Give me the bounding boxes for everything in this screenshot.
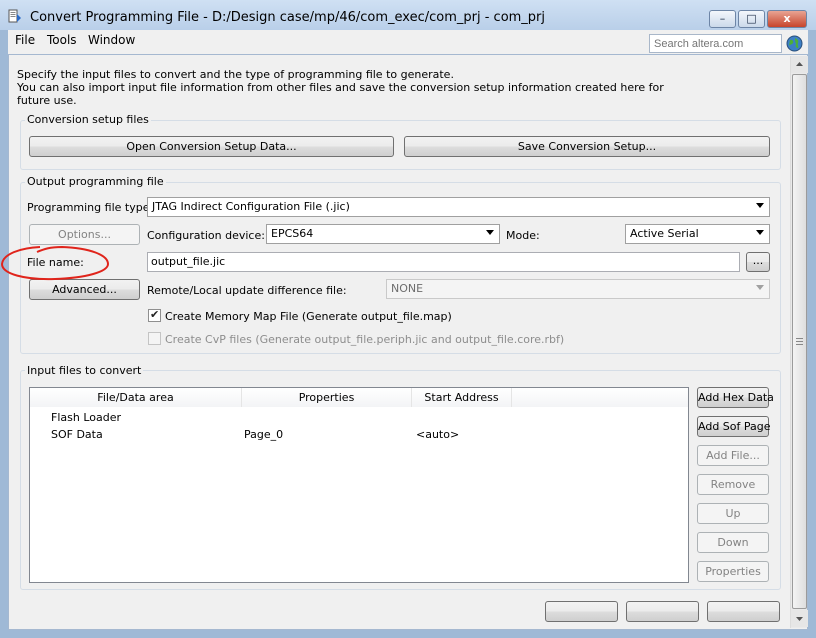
row-file-name: SOF Data <box>51 428 103 441</box>
properties-button[interactable]: Properties <box>697 561 769 582</box>
conversion-setup-title: Conversion setup files <box>25 113 151 126</box>
vertical-scrollbar[interactable] <box>790 56 808 628</box>
globe-icon[interactable] <box>786 35 803 52</box>
intro-line-3: future use. <box>17 94 77 107</box>
mode-select[interactable]: Active Serial <box>625 224 770 244</box>
chevron-up-icon <box>796 62 803 66</box>
bottom-button-3[interactable] <box>707 601 780 622</box>
configuration-device-select[interactable]: EPCS64 <box>266 224 500 244</box>
chevron-down-icon <box>756 203 764 208</box>
configuration-device-value: EPCS64 <box>271 227 314 240</box>
bottom-button-1[interactable] <box>545 601 618 622</box>
window-title: Convert Programming File - D:/Design cas… <box>30 10 546 25</box>
search-input[interactable] <box>649 34 782 53</box>
row-file-name: Flash Loader <box>51 411 122 424</box>
menu-file[interactable]: File <box>15 33 35 47</box>
remote-update-select[interactable]: NONE <box>386 279 770 299</box>
input-files-title: Input files to convert <box>25 364 144 377</box>
remote-update-value: NONE <box>391 282 424 295</box>
column-header-start-address[interactable]: Start Address <box>412 388 512 407</box>
save-conversion-setup-button[interactable]: Save Conversion Setup... <box>404 136 770 157</box>
column-header-empty <box>512 388 688 407</box>
column-header-properties[interactable]: Properties <box>242 388 412 407</box>
output-programming-title: Output programming file <box>25 175 166 188</box>
programming-file-type-select[interactable]: JTAG Indirect Configuration File (.jic) <box>147 197 770 217</box>
column-header-file[interactable]: File/Data area <box>30 388 242 407</box>
close-button[interactable]: x <box>767 10 807 28</box>
scroll-down-button[interactable] <box>791 610 808 627</box>
scroll-up-button[interactable] <box>791 56 808 73</box>
menu-window[interactable]: Window <box>88 33 135 47</box>
down-button[interactable]: Down <box>697 532 769 553</box>
add-file-button[interactable]: Add File... <box>697 445 769 466</box>
chevron-down-icon <box>796 617 803 621</box>
configuration-device-label: Configuration device: <box>147 229 265 242</box>
chevron-down-icon <box>756 230 764 235</box>
remove-button[interactable]: Remove <box>697 474 769 495</box>
table-row[interactable]: Flash Loader <box>30 409 688 426</box>
intro-line-1: Specify the input files to convert and t… <box>17 68 454 81</box>
red-annotation-ellipse <box>0 245 110 281</box>
add-sof-page-button[interactable]: Add Sof Page <box>697 416 771 437</box>
memory-map-checkbox[interactable] <box>148 308 161 322</box>
cvp-checkbox[interactable] <box>148 332 161 345</box>
mode-label: Mode: <box>506 229 540 242</box>
intro-line-2: You can also import input file informati… <box>17 81 664 94</box>
remote-update-label: Remote/Local update difference file: <box>147 284 347 297</box>
table-row[interactable]: SOF Data Page_0 <auto> <box>30 426 688 443</box>
menu-tools[interactable]: Tools <box>47 33 77 47</box>
row-start-address: <auto> <box>416 428 460 441</box>
maximize-button[interactable]: □ <box>738 10 765 28</box>
file-name-input[interactable]: output_file.jic <box>147 252 740 272</box>
browse-button[interactable]: ... <box>746 252 770 272</box>
quartus-app-icon <box>8 9 21 23</box>
chevron-down-icon <box>486 230 494 235</box>
add-hex-data-button[interactable]: Add Hex Data <box>697 387 774 408</box>
programming-file-type-value: JTAG Indirect Configuration File (.jic) <box>152 200 350 213</box>
input-files-table[interactable]: File/Data area Properties Start Address … <box>29 387 689 583</box>
up-button[interactable]: Up <box>697 503 769 524</box>
open-conversion-setup-button[interactable]: Open Conversion Setup Data... <box>29 136 394 157</box>
options-button[interactable]: Options... <box>29 224 140 245</box>
mode-value: Active Serial <box>630 227 699 240</box>
chevron-down-icon <box>756 285 764 290</box>
programming-file-type-label: Programming file type: <box>27 201 154 214</box>
minimize-button[interactable]: – <box>709 10 736 28</box>
scrollbar-thumb[interactable] <box>792 74 807 609</box>
memory-map-label: Create Memory Map File (Generate output_… <box>165 310 452 323</box>
row-properties: Page_0 <box>244 428 284 441</box>
cvp-label: Create CvP files (Generate output_file.p… <box>165 333 565 346</box>
grip-icon <box>796 338 803 345</box>
bottom-button-2[interactable] <box>626 601 699 622</box>
